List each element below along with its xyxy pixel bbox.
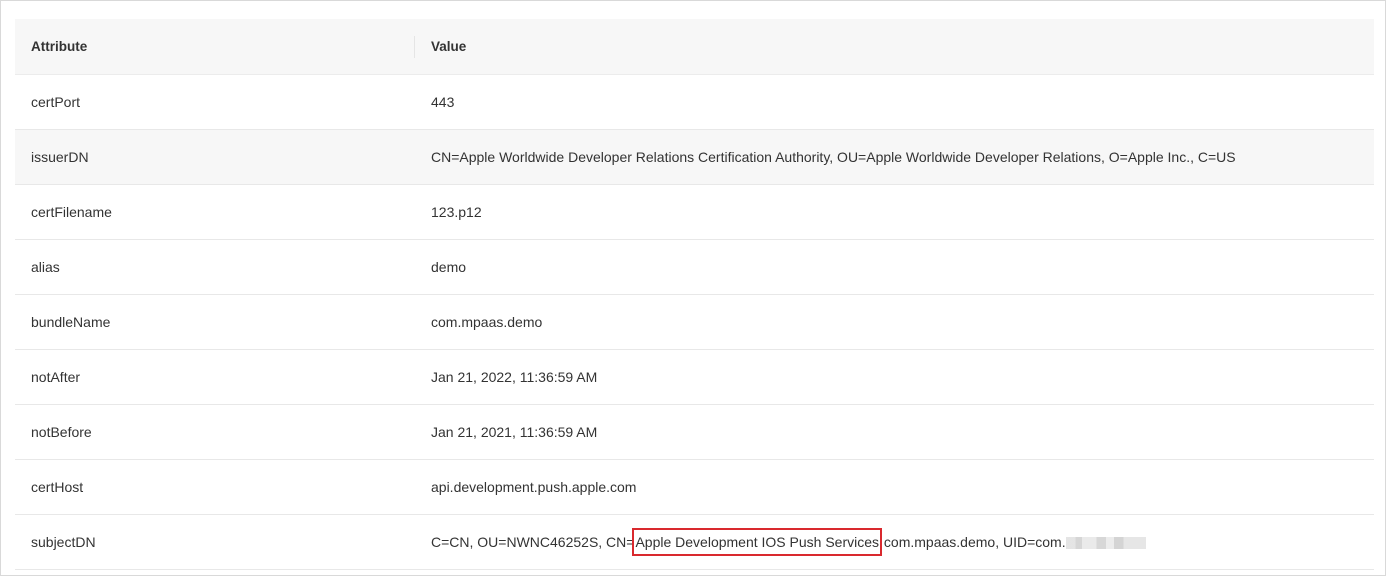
table-row: issuerDN CN=Apple Worldwide Developer Re… [15,130,1374,185]
column-header-attribute: Attribute [31,38,88,54]
table-row: subjectDN C=CN, OU=NWNC46252S, CN=Apple … [15,515,1374,570]
table-row: notAfter Jan 21, 2022, 11:36:59 AM [15,350,1374,405]
value-cell: api.development.push.apple.com [431,479,637,495]
table-row: certFilename 123.p12 [15,185,1374,240]
value-cell: 123.p12 [431,204,482,220]
highlighted-cn-text: Apple Development IOS Push Services [632,528,883,556]
attribute-cell: certFilename [31,204,112,220]
attribute-table-panel: Attribute Value certPort 443 issuerDN CN… [0,0,1386,576]
subject-dn-prefix: C=CN, OU=NWNC46252S, CN= [431,534,635,550]
table-row: alias demo [15,240,1374,295]
attribute-cell: notAfter [31,369,81,385]
attribute-cell: alias [31,259,60,275]
value-cell: demo [431,259,467,275]
attribute-cell: issuerDN [31,149,89,165]
redacted-uid-blur [1065,537,1146,550]
column-header-value: Value [431,38,467,54]
value-cell: com.mpaas.demo [431,314,543,330]
attribute-cell: certPort [31,94,81,110]
table-row: bundleName com.mpaas.demo [15,295,1374,350]
table-row: certHost api.development.push.apple.com [15,460,1374,515]
table-row: certPort 443 [15,75,1374,130]
subject-dn-suffix: com.mpaas.demo, UID=com. [880,534,1066,550]
value-cell: 443 [431,94,455,110]
value-cell: Jan 21, 2021, 11:36:59 AM [431,424,598,440]
attribute-cell: bundleName [31,314,111,330]
value-cell: CN=Apple Worldwide Developer Relations C… [431,149,1236,165]
table-row: notBefore Jan 21, 2021, 11:36:59 AM [15,405,1374,460]
attribute-cell: certHost [31,479,84,495]
table-header-row: Attribute Value [15,19,1374,75]
value-cell-subject-dn: C=CN, OU=NWNC46252S, CN=Apple Developmen… [431,515,1146,569]
value-cell: Jan 21, 2022, 11:36:59 AM [431,369,598,385]
attribute-cell: subjectDN [31,534,96,550]
attribute-cell: notBefore [31,424,92,440]
column-divider [414,36,415,58]
attribute-table: Attribute Value certPort 443 issuerDN CN… [15,19,1374,570]
